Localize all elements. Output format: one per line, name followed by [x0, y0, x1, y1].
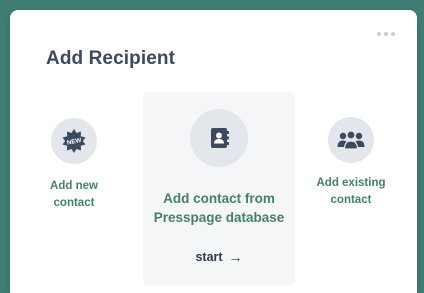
label-line: contact: [53, 197, 95, 209]
start-label: start: [195, 250, 223, 264]
more-dot: [391, 32, 395, 36]
add-new-contact-option[interactable]: NEW Add new contact: [34, 118, 114, 212]
label-line: Add contact from: [163, 191, 275, 206]
new-badge-icon: NEW: [51, 118, 97, 164]
add-existing-contact-option[interactable]: Add existing contact: [306, 110, 396, 209]
more-options-icon[interactable]: [377, 32, 395, 36]
add-new-contact-label: Add new contact: [50, 178, 98, 212]
label-line: Presspage database: [153, 210, 285, 225]
add-recipient-dialog: Add Recipient NEW Add new contact Add co…: [10, 10, 417, 293]
start-link[interactable]: start →: [195, 249, 242, 265]
address-book-icon: [190, 109, 248, 167]
label-line: contact: [330, 194, 372, 206]
dialog-title: Add Recipient: [46, 48, 176, 69]
label-line: Add new: [50, 180, 98, 192]
label-line: Add existing: [316, 177, 386, 189]
add-from-database-label: Add contact from Presspage database: [154, 189, 285, 227]
more-dot: [377, 32, 381, 36]
add-from-database-option[interactable]: Add contact from Presspage database star…: [143, 92, 295, 285]
add-existing-contact-label: Add existing contact: [316, 175, 385, 209]
more-dot: [384, 32, 388, 36]
arrow-right-icon: →: [228, 249, 243, 265]
people-group-icon: [328, 117, 374, 163]
